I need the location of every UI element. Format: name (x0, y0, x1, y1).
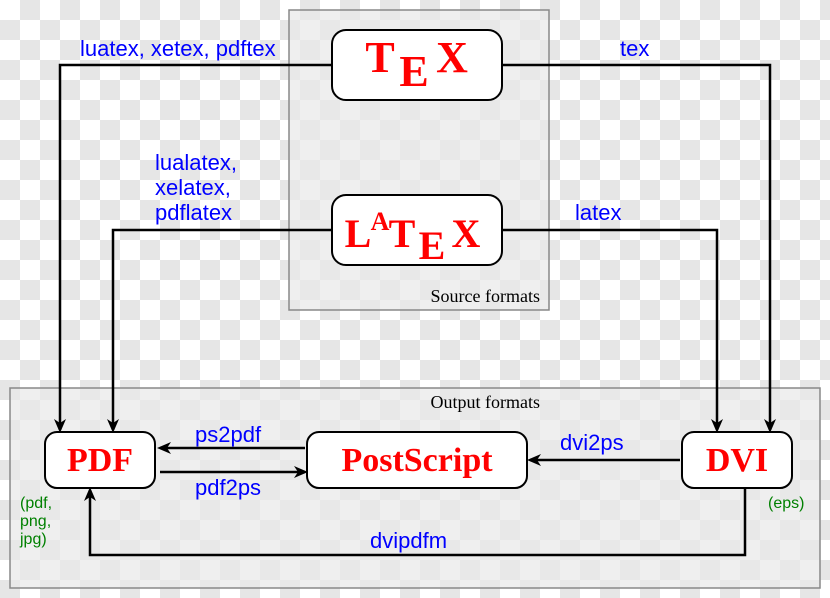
svg-text:L: L (345, 211, 372, 256)
dvi-ext: (eps) (768, 495, 804, 512)
svg-text:X: X (436, 33, 468, 82)
node-dvi-label: DVI (706, 442, 768, 479)
svg-text:E: E (399, 47, 428, 96)
svg-text:X: X (452, 211, 481, 256)
label-tex-to-pdf: luatex, xetex, pdftex (80, 36, 276, 61)
svg-text:A: A (371, 207, 390, 236)
output-formats-label: Output formats (431, 392, 541, 412)
svg-text:T: T (389, 211, 416, 256)
label-tex-to-dvi: tex (620, 36, 649, 61)
svg-text:E: E (419, 223, 446, 268)
label-latex-to-pdf-l1: lualatex, (155, 150, 237, 175)
node-postscript-label: PostScript (341, 442, 493, 479)
label-ps-to-pdf: ps2pdf (195, 422, 262, 447)
label-dvi-to-ps: dvi2ps (560, 430, 624, 455)
node-pdf-label: PDF (67, 442, 133, 479)
label-latex-to-pdf-l2: xelatex, (155, 175, 231, 200)
source-formats-label: Source formats (431, 286, 540, 306)
pdf-ext-l3: jpg) (19, 531, 47, 548)
label-latex-to-dvi: latex (575, 200, 621, 225)
svg-text:T: T (365, 33, 394, 82)
label-dvi-to-pdf: dvipdfm (370, 528, 447, 553)
label-latex-to-pdf-l3: pdflatex (155, 200, 232, 225)
label-pdf-to-ps: pdf2ps (195, 475, 261, 500)
pdf-ext-l1: (pdf, (20, 495, 52, 512)
diagram-canvas: Source formats Output formats luatex, xe… (0, 0, 830, 598)
pdf-ext-l2: png, (20, 513, 51, 530)
